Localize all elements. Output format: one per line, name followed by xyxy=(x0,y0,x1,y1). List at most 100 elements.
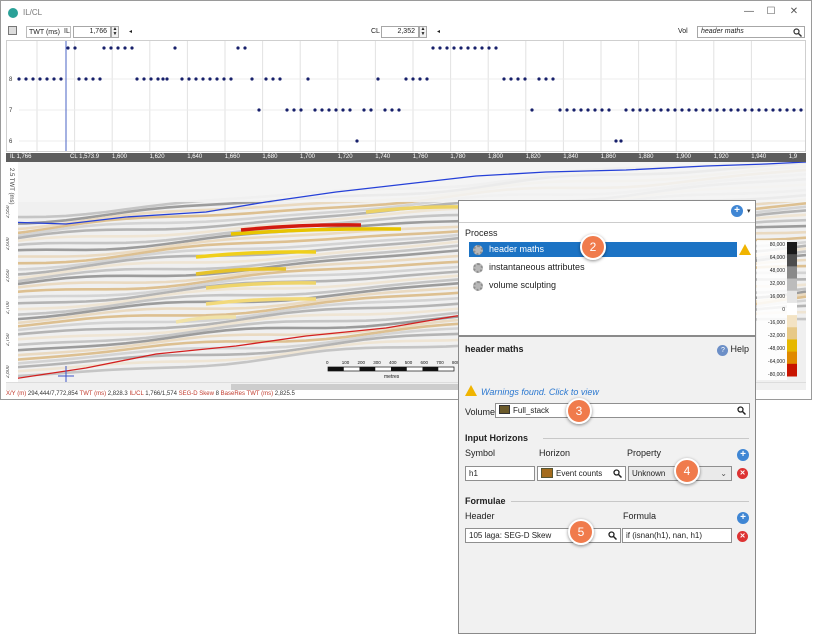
strip-point xyxy=(593,108,597,112)
axis-tick-label: 1,600 xyxy=(112,154,128,160)
strip-point xyxy=(708,108,712,112)
legend-value: 80,000 xyxy=(770,242,786,248)
horizon-icon xyxy=(541,468,553,478)
strip-point xyxy=(52,77,56,81)
search-icon[interactable] xyxy=(793,28,802,37)
volume-field[interactable]: Full_stack xyxy=(495,403,750,418)
callout-3: 3 xyxy=(566,398,592,424)
strip-point xyxy=(334,108,338,112)
callout-5: 5 xyxy=(568,519,594,545)
close-button[interactable]: ✕ xyxy=(784,5,804,19)
search-icon[interactable] xyxy=(737,406,746,415)
strip-point xyxy=(452,46,456,50)
strip-point xyxy=(673,108,677,112)
legend-value: -48,000 xyxy=(768,346,785,352)
callout-4: 4 xyxy=(674,458,700,484)
strip-point xyxy=(480,46,484,50)
add-process-dropdown-icon[interactable]: ▾ xyxy=(747,207,751,215)
cl-input[interactable]: 2,352 xyxy=(381,26,419,38)
add-horizon-button[interactable]: + xyxy=(737,449,749,461)
legend-value: -16,000 xyxy=(768,320,785,326)
help-label: Help xyxy=(730,344,749,354)
strip-point xyxy=(123,46,127,50)
axis-tick-label: 1,700 xyxy=(300,154,316,160)
strip-point xyxy=(624,108,628,112)
strip-point xyxy=(149,77,153,81)
strip-point xyxy=(73,46,77,50)
strip-point xyxy=(659,108,663,112)
legend-value: 16,000 xyxy=(770,294,786,300)
horizon-field[interactable]: Event counts xyxy=(537,466,626,481)
cl-step-arrow-icon[interactable]: ◂ xyxy=(437,26,440,38)
legend-value: -64,000 xyxy=(768,359,785,365)
axis-mode-icon[interactable] xyxy=(8,26,17,35)
remove-formula-button[interactable]: ✕ xyxy=(737,531,748,542)
strip-point xyxy=(792,108,796,112)
scale-tick-label: 200 xyxy=(358,360,366,365)
strip-point xyxy=(208,77,212,81)
seismic-y-tick: 2,550 xyxy=(6,205,11,218)
cl-spinner[interactable]: ▲ ▼ xyxy=(419,26,427,38)
seismic-y-tick: 2,600 xyxy=(6,237,11,250)
add-formula-button[interactable]: + xyxy=(737,512,749,524)
strip-point xyxy=(687,108,691,112)
color-legend-canvas: 80,000 64,000 48,000 32,000 16,000 0 -16,000 -3… xyxy=(757,240,797,380)
search-icon[interactable] xyxy=(613,469,622,478)
maximize-button[interactable]: ☐ xyxy=(761,5,781,19)
strip-point xyxy=(91,77,95,81)
chevron-down-icon: ⌄ xyxy=(720,469,727,478)
strip-point xyxy=(292,108,296,112)
symbol-input[interactable]: h1 xyxy=(465,466,535,481)
strip-point xyxy=(404,77,408,81)
process-item-volume-sculpting[interactable]: volume sculpting xyxy=(469,278,737,293)
header-column-label: Header xyxy=(465,511,495,521)
warnings-link[interactable]: Warnings found. Click to view xyxy=(465,385,599,397)
warnings-text: Warnings found. Click to view xyxy=(481,387,599,397)
il-spinner[interactable]: ▲ ▼ xyxy=(111,26,119,38)
axis-tick-label: 1,900 xyxy=(676,154,692,160)
property-column-label: Property xyxy=(627,448,662,458)
il-step-arrow-icon[interactable]: ◂ xyxy=(129,26,132,38)
strip-point xyxy=(487,46,491,50)
strip-y-tick: 7 xyxy=(9,108,13,114)
strip-point xyxy=(778,108,782,112)
minimize-button[interactable]: — xyxy=(739,5,759,19)
strip-point xyxy=(383,108,387,112)
legend-value: -32,000 xyxy=(768,333,785,339)
strip-point xyxy=(348,108,352,112)
status-baseres-value: 2,825.5 xyxy=(274,391,295,397)
axis-tick-label: 1,780 xyxy=(450,154,466,160)
strip-point xyxy=(243,46,247,50)
remove-horizon-button[interactable]: ✕ xyxy=(737,468,748,479)
strip-y-tick: 8 xyxy=(9,77,13,83)
help-button[interactable]: ? Help xyxy=(717,344,749,356)
process-item-label: volume sculpting xyxy=(489,280,557,290)
callout-2: 2 xyxy=(580,234,606,260)
header-field[interactable]: 105 laga: SEG-D Skew xyxy=(465,528,621,543)
strip-point xyxy=(509,77,513,81)
strip-point xyxy=(530,108,534,112)
strip-point xyxy=(161,77,165,81)
header-strip-plot[interactable]: 8765 xyxy=(6,40,806,152)
strip-point xyxy=(77,77,81,81)
add-process-button[interactable]: + xyxy=(731,205,743,217)
formula-input[interactable]: if (isnan(h1), nan, h1) xyxy=(622,528,732,543)
il-tag: IL 1,766 xyxy=(10,154,32,160)
process-item-instantaneous-attributes[interactable]: instantaneous attributes xyxy=(469,260,737,275)
vol-selector[interactable]: header maths xyxy=(697,26,805,38)
process-list-header: Process xyxy=(465,228,498,238)
strip-point xyxy=(180,77,184,81)
status-twt-value: 2,828.3 xyxy=(107,391,128,397)
strip-point xyxy=(523,77,527,81)
scale-tick-label: 400 xyxy=(389,360,397,365)
search-icon[interactable] xyxy=(608,531,617,540)
legend-swatch xyxy=(787,242,797,255)
strip-point xyxy=(544,77,548,81)
strip-point xyxy=(257,108,261,112)
strip-point xyxy=(701,108,705,112)
il-input[interactable]: 1,766 xyxy=(73,26,111,38)
strip-point xyxy=(445,46,449,50)
strip-point xyxy=(645,108,649,112)
header-value: 105 laga: SEG-D Skew xyxy=(469,531,552,540)
formulae-heading: Formulae xyxy=(465,496,506,506)
